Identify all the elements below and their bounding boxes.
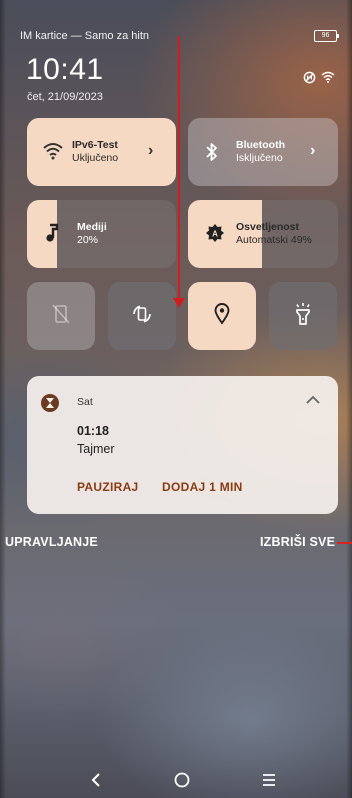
brightness-label: Osvetljenost <box>236 221 300 233</box>
bluetooth-tile[interactable]: Bluetooth Isključeno › <box>188 118 338 186</box>
frame-edge <box>0 0 6 798</box>
hourglass-icon <box>41 394 59 412</box>
notification-title: Tajmer <box>77 442 115 456</box>
bluetooth-status: Isključeno <box>236 152 283 164</box>
notification-time: 01:18 <box>77 424 109 438</box>
brightness-value: Automatski 49% <box>236 234 312 246</box>
status-icons <box>303 70 339 84</box>
swipe-down-arrow-head <box>173 298 185 308</box>
phone-screen: IM kartice — Samo za hitn 96 10:41 čet, … <box>0 0 352 798</box>
home-icon[interactable] <box>168 766 196 794</box>
media-volume-value: 20% <box>77 234 99 246</box>
wifi-icon <box>321 71 335 83</box>
chevron-right-icon[interactable]: › <box>310 142 315 160</box>
svg-text:A: A <box>212 230 218 239</box>
screen-rotation-off-icon <box>51 303 71 330</box>
rotation-lock-toggle[interactable] <box>27 282 95 350</box>
back-icon[interactable] <box>82 766 110 794</box>
notification-app-name: Sat <box>77 396 93 408</box>
clock-time[interactable]: 10:41 <box>26 52 104 88</box>
media-volume-track <box>56 200 176 268</box>
auto-rotate-icon <box>131 303 153 330</box>
chevron-up-icon[interactable] <box>303 390 323 410</box>
flashlight-icon <box>293 302 313 331</box>
clear-all-button[interactable]: IZBRIŠI SVE <box>260 535 335 549</box>
location-toggle[interactable] <box>188 282 256 350</box>
frame-edge <box>346 0 352 798</box>
annotation-pointer <box>337 542 352 544</box>
auto-rotate-toggle[interactable] <box>108 282 176 350</box>
carrier-text: IM kartice — Samo za hitn <box>20 30 149 42</box>
flashlight-toggle[interactable] <box>269 282 337 350</box>
add-minute-button[interactable]: DODAJ 1 MIN <box>162 480 243 494</box>
chevron-right-icon[interactable]: › <box>148 142 153 160</box>
swipe-down-arrow <box>178 36 180 304</box>
auto-brightness-icon: A <box>205 223 225 248</box>
brightness-slider[interactable]: A Osvetljenost Automatski 49% <box>188 200 338 268</box>
navigation-bar <box>0 760 352 798</box>
wifi-tile[interactable]: IPv6-Test Uključeno › <box>27 118 176 186</box>
manage-button[interactable]: UPRAVLJANJE <box>5 535 98 549</box>
timer-notification[interactable]: Sat 01:18 Tajmer PAUZIRAJ DODAJ 1 MIN <box>27 376 338 514</box>
clock-date: čet, 21/09/2023 <box>27 91 103 103</box>
nfc-icon <box>303 71 316 84</box>
wifi-status: Uključeno <box>72 152 119 164</box>
wifi-network-name: IPv6-Test <box>72 139 118 151</box>
bluetooth-icon <box>205 142 219 167</box>
battery-icon: 96 <box>314 30 339 42</box>
bluetooth-label: Bluetooth <box>236 139 285 151</box>
music-note-icon <box>45 223 59 248</box>
recents-icon[interactable] <box>255 766 283 794</box>
location-icon <box>214 302 230 330</box>
media-volume-label: Mediji <box>77 221 107 233</box>
wifi-icon <box>43 142 63 165</box>
pause-button[interactable]: PAUZIRAJ <box>77 480 139 494</box>
media-volume-slider[interactable]: Mediji 20% <box>27 200 176 268</box>
